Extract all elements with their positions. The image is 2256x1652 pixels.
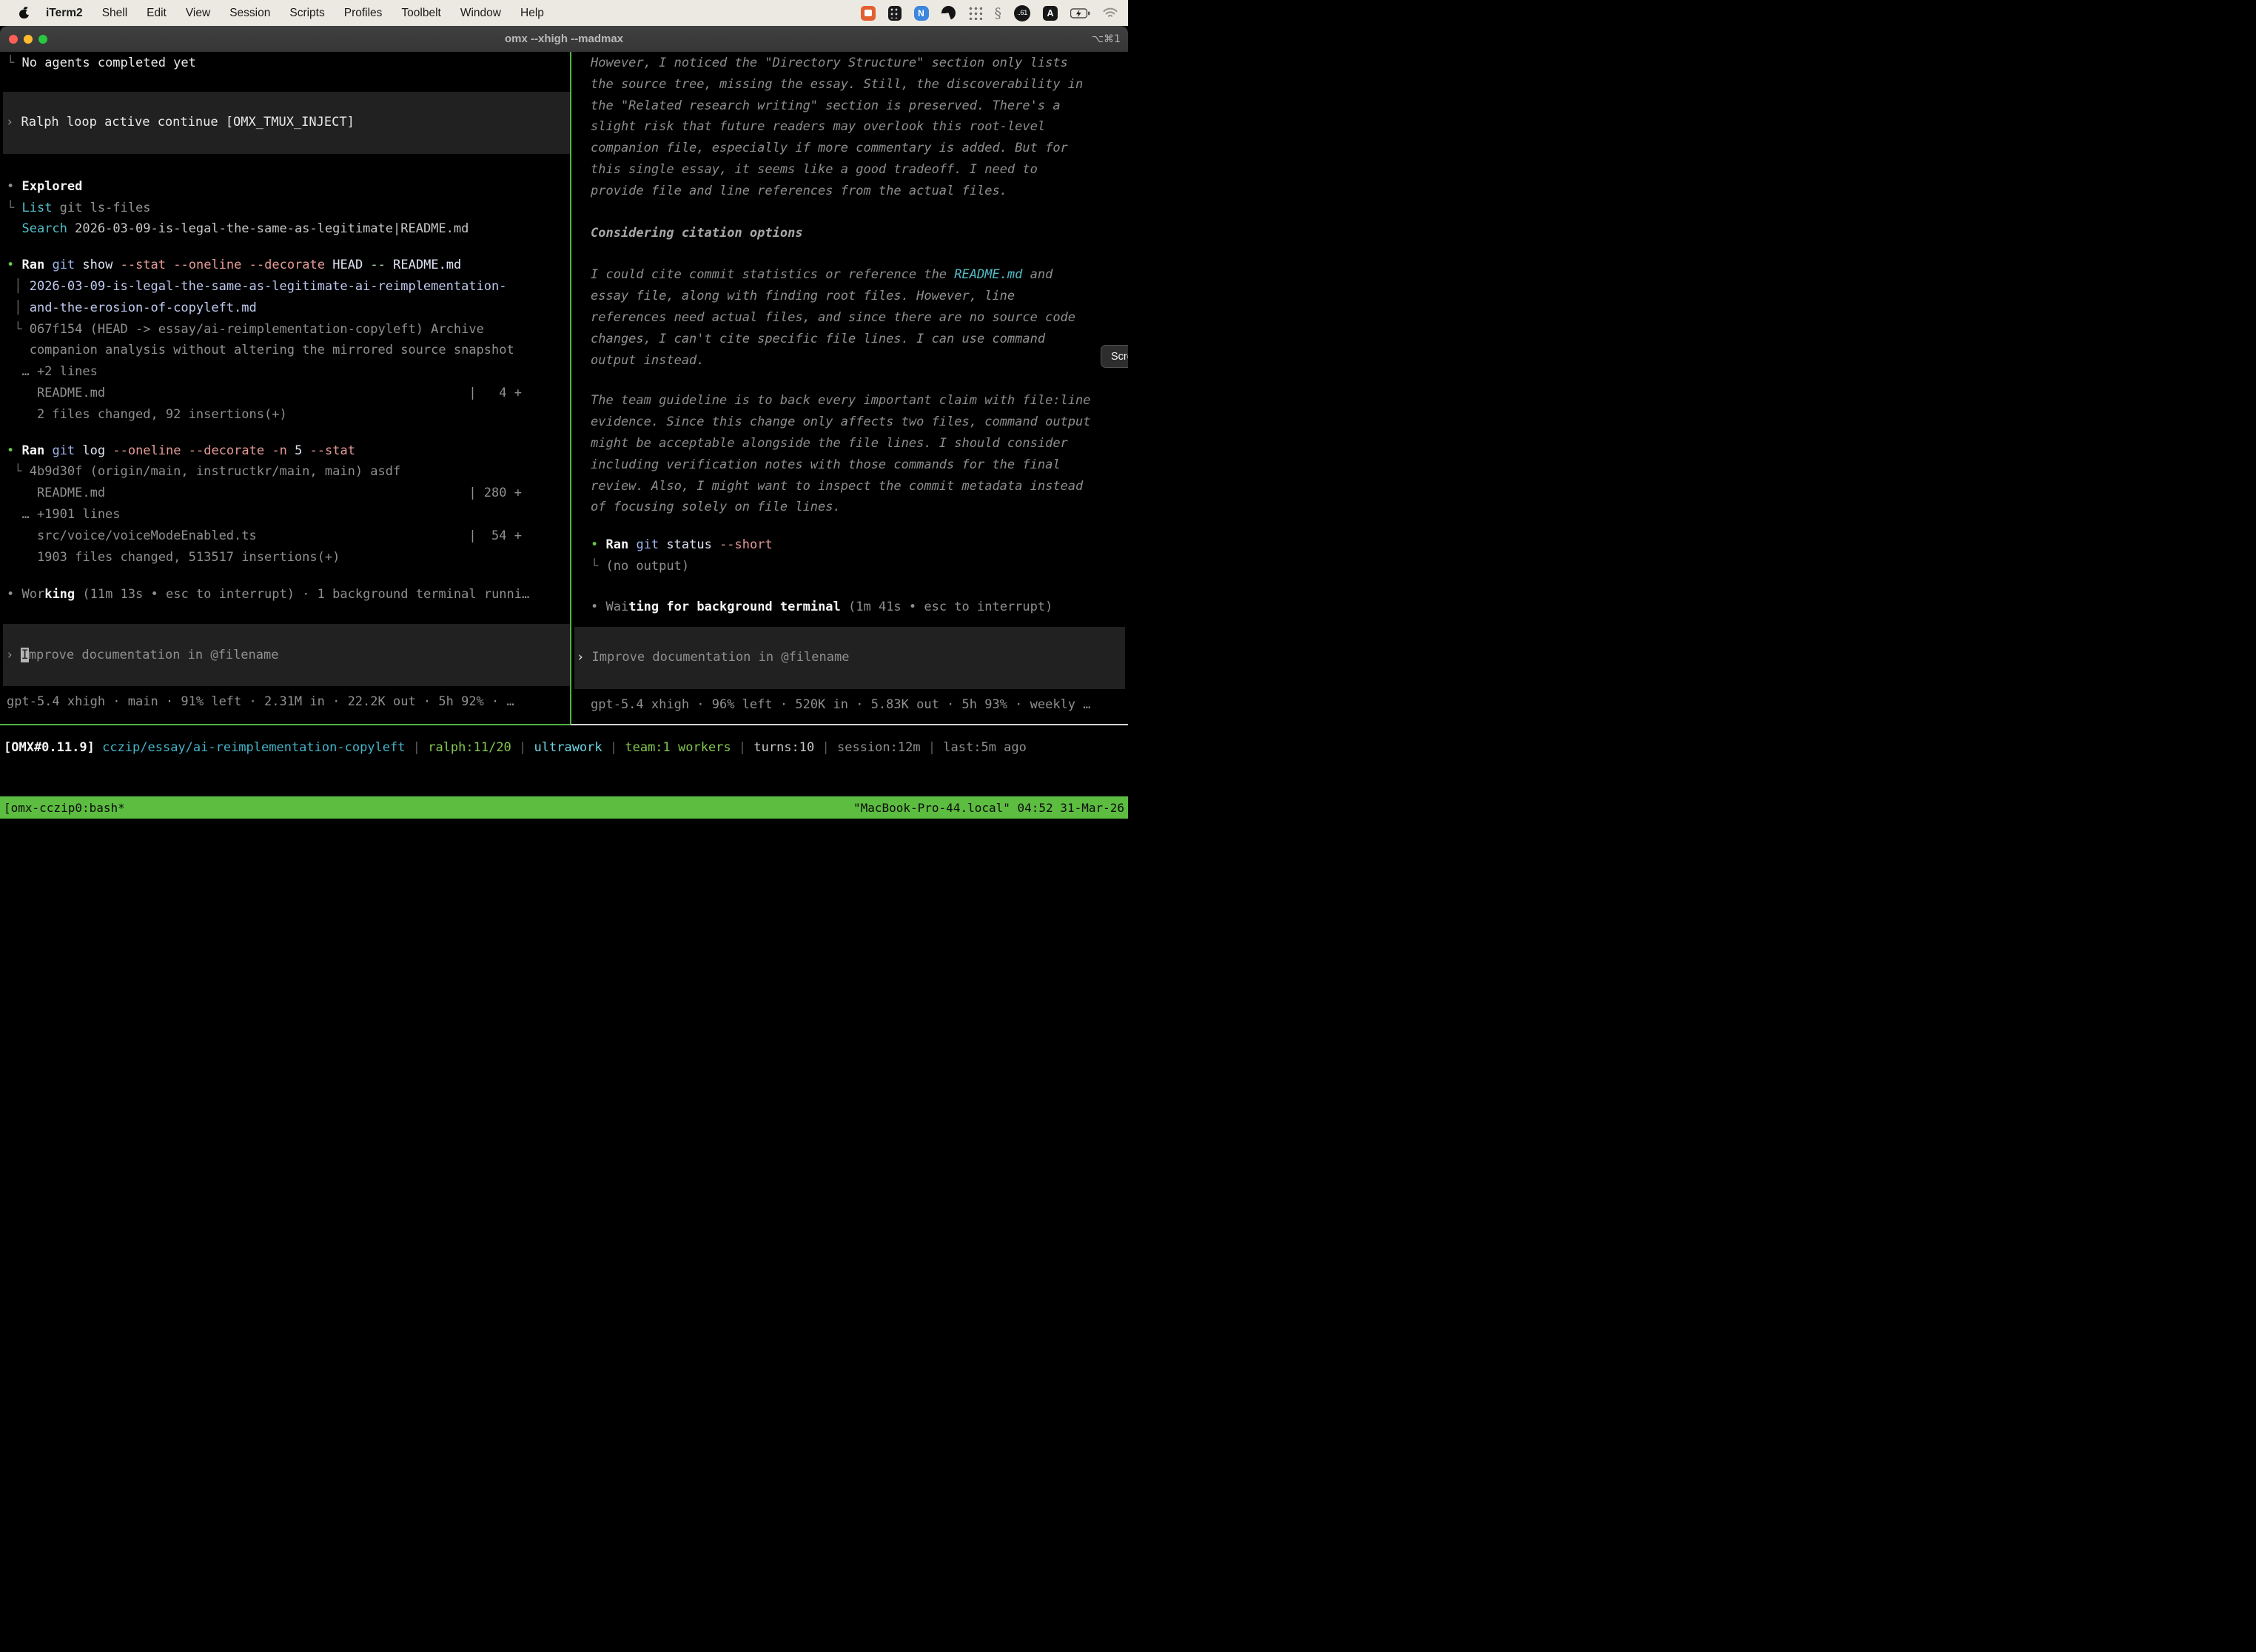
menubar-status-icons: N § ..61 A: [861, 5, 1118, 21]
text-cursor: I: [21, 648, 28, 662]
thinking-paragraph-3: The team guideline is to back every impo…: [591, 390, 1125, 518]
input-source-icon[interactable]: A: [1043, 6, 1058, 21]
tmux-status-bar: [omx-cczip0:bash* "MacBook-Pro-44.local"…: [0, 796, 1128, 819]
tmux-window-label[interactable]: [omx-cczip0:bash*: [4, 801, 125, 815]
waiting-status-line: • Waiting for background terminal (1m 41…: [591, 597, 1125, 618]
prompt-arrow-icon: ›: [6, 648, 21, 662]
ran-git-status-header: • Ran git status --short: [591, 534, 1125, 556]
menu-item-session[interactable]: Session: [229, 7, 270, 20]
agents-status-line: └ No agents completed yet: [7, 53, 567, 74]
pane-bottom-border-left: [0, 724, 571, 725]
prompt-placeholder-left: mprove documentation in @filename: [29, 648, 279, 662]
thinking-paragraph-2: I could cite commit statistics or refere…: [591, 264, 1125, 371]
explored-header: • Explored: [7, 176, 567, 198]
ran-git-log-header: • Ran git log --oneline --decorate -n 5 …: [7, 440, 567, 462]
window-title: omx --xhigh --madmax: [0, 33, 1128, 45]
left-pane[interactable]: └ No agents completed yet › Ralph loop a…: [0, 52, 570, 713]
nav-badge-icon[interactable]: N: [914, 6, 929, 21]
menu-item-profiles[interactable]: Profiles: [344, 7, 383, 20]
prompt-line-right: › Improve documentation in @filename: [577, 647, 849, 668]
menu-item-edit[interactable]: Edit: [147, 7, 167, 20]
screen: iTerm2 Shell Edit View Session Scripts P…: [0, 0, 1128, 826]
no-output-line: └ (no output): [591, 556, 1125, 577]
terminal-window: omx --xhigh --madmax ⌥⌘1 └ No agents com…: [0, 26, 1128, 826]
prompt-input-left[interactable]: › Improve documentation in @filename: [3, 624, 570, 686]
ralph-inject-line: › Ralph loop active continue [OMX_TMUX_I…: [6, 112, 355, 133]
wifi-icon[interactable]: [1103, 7, 1118, 19]
explored-lines: └ List git ls-files Search 2026-03-09-is…: [7, 198, 567, 241]
keypad-icon[interactable]: [888, 6, 902, 21]
menu-item-window[interactable]: Window: [460, 7, 501, 20]
thinking-paragraph-1: However, I noticed the "Directory Struct…: [591, 53, 1125, 202]
omx-status-bar: [OMX#0.11.9] cczip/essay/ai-reimplementa…: [4, 737, 1128, 759]
chat-icon[interactable]: [861, 6, 876, 21]
menu-item-shell[interactable]: Shell: [102, 7, 127, 20]
screen-tooltip[interactable]: Scre: [1101, 345, 1128, 368]
ran-git-show-output: │ 2026-03-09-is-legal-the-same-as-legiti…: [7, 276, 567, 426]
prompt-line-left: › Improve documentation in @filename: [6, 645, 279, 666]
menu-item-toolbelt[interactable]: Toolbelt: [401, 7, 440, 20]
menu-items: iTerm2 Shell Edit View Session Scripts P…: [46, 7, 544, 20]
battery-icon[interactable]: [1070, 8, 1090, 19]
working-status-line: • Working (11m 13s • esc to interrupt) ·…: [7, 584, 567, 605]
prompt-placeholder-right: Improve documentation in @filename: [591, 650, 849, 665]
pane-bottom-border-right: [571, 724, 1128, 725]
thinking-heading: Considering citation options: [591, 223, 1125, 244]
menu-item-scripts[interactable]: Scripts: [289, 7, 324, 20]
session-status-right: gpt-5.4 xhigh · 96% left · 520K in · 5.8…: [591, 694, 1125, 716]
ralph-inject-box: › Ralph loop active continue [OMX_TMUX_I…: [3, 92, 570, 154]
session-status-left: gpt-5.4 xhigh · main · 91% left · 2.31M …: [7, 691, 567, 713]
window-shortcut-badge: ⌥⌘1: [1092, 33, 1121, 45]
right-pane[interactable]: However, I noticed the "Directory Struct…: [571, 52, 1128, 715]
counter-badge-icon[interactable]: ..61: [1014, 5, 1030, 21]
menu-item-help[interactable]: Help: [520, 7, 544, 20]
apple-menu-icon[interactable]: [19, 7, 30, 19]
title-bar[interactable]: omx --xhigh --madmax ⌥⌘1: [0, 26, 1128, 52]
ran-git-log-output: └ 4b9d30f (origin/main, instructkr/main,…: [7, 461, 567, 568]
ran-git-show-header: • Ran git show --stat --oneline --decora…: [7, 255, 567, 276]
pie-icon[interactable]: [941, 6, 956, 20]
dots-grid-icon[interactable]: [968, 6, 982, 20]
terminal-content: └ No agents completed yet › Ralph loop a…: [0, 52, 1128, 796]
menu-item-iterm2[interactable]: iTerm2: [46, 7, 83, 20]
prompt-arrow-icon: ›: [577, 650, 591, 665]
clef-icon[interactable]: §: [995, 5, 1002, 21]
prompt-input-right[interactable]: › Improve documentation in @filename: [574, 627, 1125, 689]
menu-bar: iTerm2 Shell Edit View Session Scripts P…: [0, 0, 1128, 26]
menu-item-view[interactable]: View: [186, 7, 210, 20]
tmux-host-clock: "MacBook-Pro-44.local" 04:52 31-Mar-26: [853, 801, 1124, 815]
